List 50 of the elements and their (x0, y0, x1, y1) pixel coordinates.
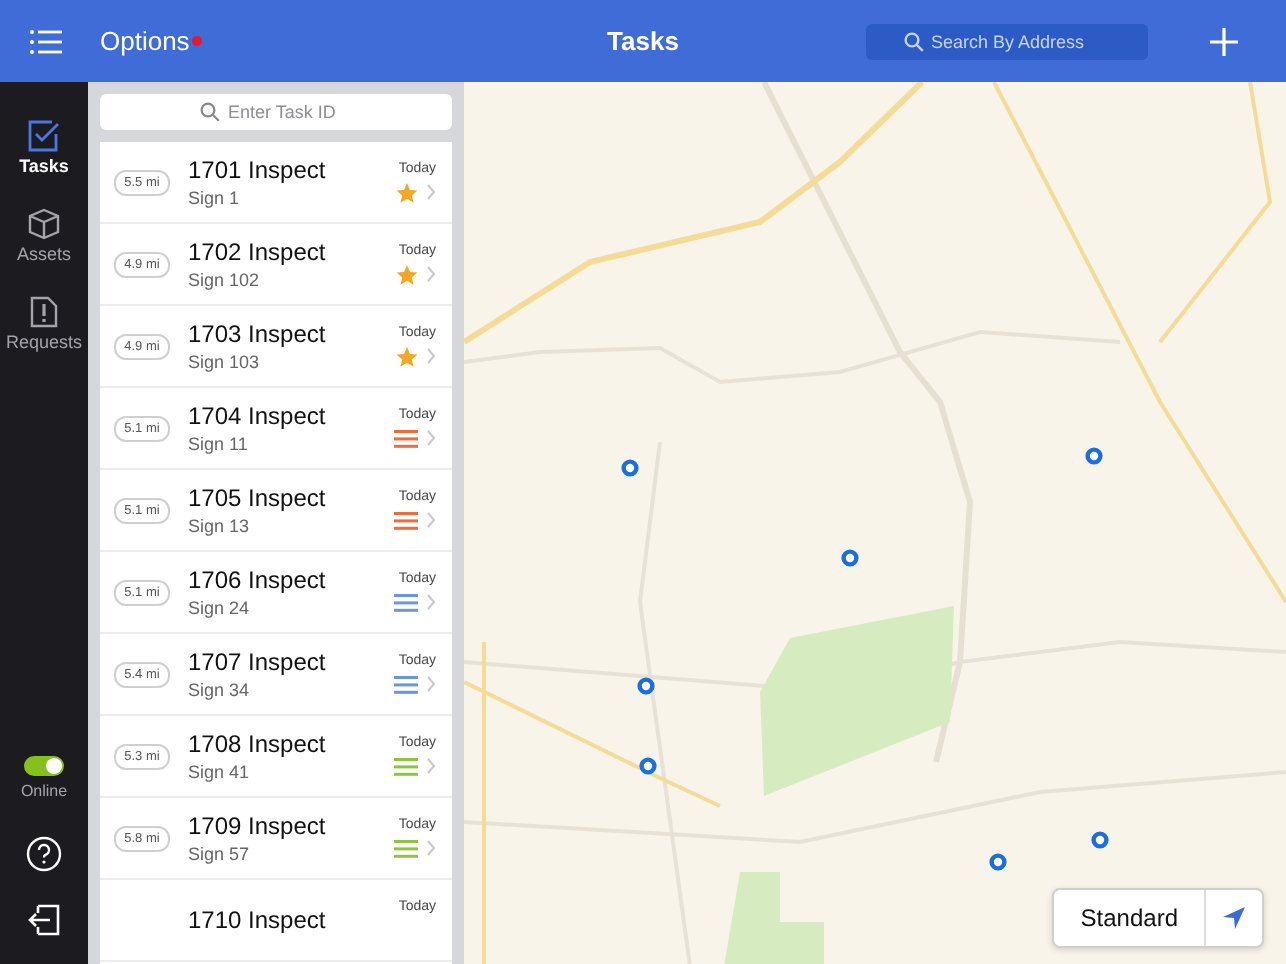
task-id-input[interactable]: Enter Task ID (228, 102, 352, 122)
logout-icon[interactable] (28, 904, 60, 936)
options-button[interactable]: Options (100, 26, 202, 56)
search-field[interactable]: Search By Address (866, 23, 1148, 59)
chevron-icon (426, 676, 436, 692)
chevron-icon (426, 348, 436, 364)
task-subtitle: Sign 34 (188, 680, 252, 700)
online-label: Online (20, 782, 68, 800)
task-subtitle: Sign 102 (188, 270, 262, 290)
search-icon (200, 102, 220, 122)
chevron-icon (426, 184, 436, 200)
search-icon (903, 31, 923, 51)
task-title: 1706 Inspect (188, 566, 328, 594)
chevron-icon (426, 512, 436, 528)
sidebar-tab[interactable]: Requests (5, 296, 83, 352)
task-title: 1701 Inspect (188, 156, 328, 184)
page-title: Tasks (605, 26, 681, 56)
help-icon[interactable] (26, 836, 62, 872)
sidebar-tab[interactable]: Tasks (19, 120, 69, 176)
task-title: 1710 Inspect (188, 906, 328, 934)
task-title: 1702 Inspect (188, 238, 328, 266)
task-title: 1703 Inspect (188, 320, 328, 348)
menu-icon[interactable] (30, 29, 62, 53)
chevron-icon (426, 430, 436, 446)
task-title: 1705 Inspect (188, 484, 328, 512)
task-title: 1709 Inspect (188, 812, 328, 840)
task-title: 1704 Inspect (188, 402, 328, 430)
checklist-icon (27, 120, 60, 152)
task-title: 1708 Inspect (188, 730, 328, 758)
document-alert-icon (30, 296, 58, 328)
chevron-icon (426, 840, 436, 856)
map-mode-button[interactable]: Standard (1054, 890, 1206, 946)
task-subtitle: Sign 57 (188, 844, 252, 864)
map-view[interactable]: Standard (464, 82, 1286, 964)
task-subtitle: Sign 41 (188, 762, 252, 782)
cube-icon (27, 208, 60, 240)
search-input[interactable]: Search By Address (931, 31, 1111, 51)
task-title: 1707 Inspect (188, 648, 328, 676)
chevron-icon (426, 266, 436, 282)
chevron-icon (426, 594, 436, 610)
task-subtitle: Sign 13 (188, 516, 252, 536)
online-toggle[interactable] (24, 756, 64, 776)
chevron-icon (426, 758, 436, 774)
task-subtitle: Sign 103 (188, 352, 262, 372)
task-subtitle: Sign 1 (188, 188, 242, 208)
task-subtitle: Sign 24 (188, 598, 252, 618)
sidebar-tab[interactable]: Assets (16, 208, 71, 264)
add-icon[interactable] (1210, 27, 1238, 55)
task-id-field[interactable]: Enter Task ID (100, 94, 452, 130)
task-subtitle: Sign 11 (188, 434, 250, 454)
